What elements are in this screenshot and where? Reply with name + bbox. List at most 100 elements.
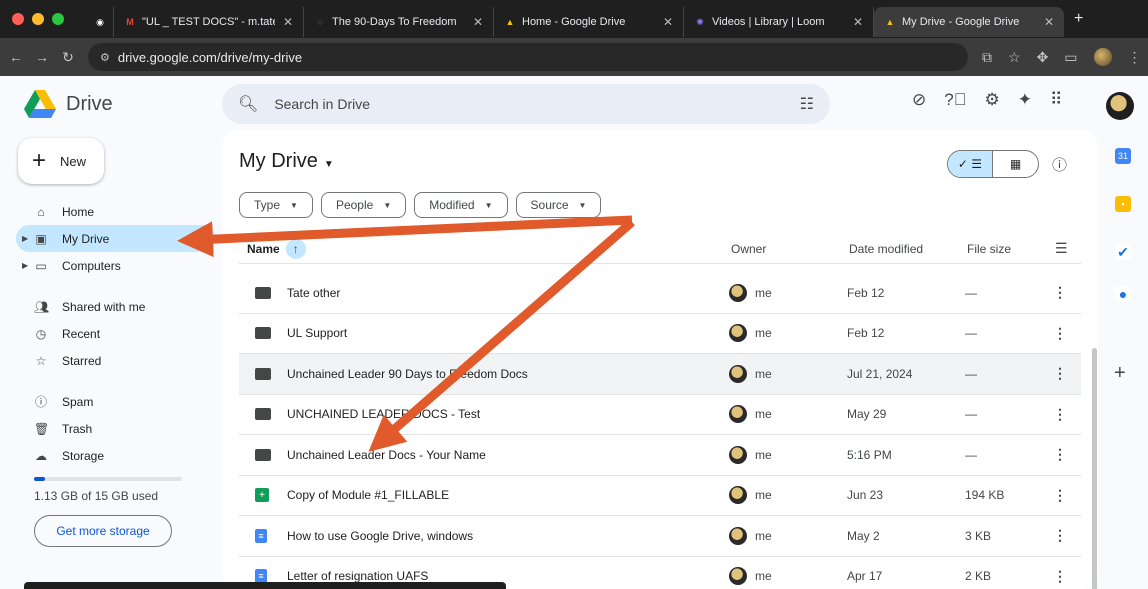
gear-icon[interactable]: ⚙ <box>984 90 999 110</box>
chevron-down-icon: ▼ <box>484 200 493 210</box>
back-icon[interactable]: ← <box>6 49 26 65</box>
more-actions-icon[interactable]: ⋮ <box>1053 527 1067 544</box>
more-actions-icon[interactable]: ⋮ <box>1053 406 1067 423</box>
file-date: Jun 23 <box>847 488 884 503</box>
install-icon[interactable]: ⧉ <box>982 49 992 66</box>
table-row[interactable]: Unchained Leader 90 Days to Freedom Docs… <box>239 354 1081 395</box>
minimize-window-button[interactable] <box>32 13 44 25</box>
tab-my-drive[interactable]: ▲ My Drive - Google Drive ✕ <box>874 7 1064 37</box>
maximize-window-button[interactable] <box>52 13 64 25</box>
search-input[interactable]: 🔍︎ Search in Drive ☷ <box>222 84 830 124</box>
more-actions-icon[interactable]: ⋮ <box>1053 325 1067 342</box>
sidebar-item-recent[interactable]: ◷ Recent <box>16 320 216 347</box>
loading-icon: ◌ <box>317 17 323 27</box>
close-tab-icon[interactable]: ✕ <box>283 15 293 29</box>
file-owner: me <box>729 567 772 586</box>
more-actions-icon[interactable]: ⋮ <box>1053 284 1067 301</box>
tab-gmail[interactable]: M "UL _ TEST DOCS" - m.tate ✕ <box>114 7 304 37</box>
keep-icon[interactable]: ▪ <box>1115 196 1131 212</box>
sidebar-item-my-drive[interactable]: ▶ ▣ My Drive <box>16 225 216 252</box>
list-view-button[interactable]: ✓ ☰ <box>948 151 994 177</box>
table-row[interactable]: UL Support me Feb 12 — ⋮ <box>239 314 1081 354</box>
forward-icon[interactable]: → <box>32 49 52 65</box>
grid-icon: ▦ <box>1009 157 1022 171</box>
filter-chip-source[interactable]: Source ▼ <box>515 192 602 218</box>
bookmark-star-icon[interactable]: ☆ <box>1008 49 1021 66</box>
tasks-icon[interactable]: ✔ <box>1115 244 1131 260</box>
calendar-icon[interactable]: 31 <box>1115 148 1131 164</box>
close-tab-icon[interactable]: ✕ <box>473 15 483 29</box>
gemini-icon[interactable]: ✦ <box>1018 90 1032 110</box>
sidebar-item-shared[interactable]: 👥︎ Shared with me <box>16 293 216 320</box>
expand-caret-icon[interactable]: ▶ <box>22 261 28 270</box>
file-owner: me <box>729 405 772 424</box>
more-actions-icon[interactable]: ⋮ <box>1053 365 1067 382</box>
tab-90-days[interactable]: ◌ The 90-Days To Freedom ✕ <box>304 7 494 37</box>
expand-caret-icon[interactable]: ▶ <box>22 234 28 243</box>
tab-recording[interactable]: ◉ <box>84 7 114 37</box>
sidebar-item-starred[interactable]: ☆ Starred <box>16 347 216 374</box>
scrollbar[interactable] <box>1092 348 1097 589</box>
filter-chip-modified[interactable]: Modified ▼ <box>414 192 508 218</box>
help-icon[interactable]: ?⃝ <box>944 90 966 110</box>
filter-chip-type[interactable]: Type ▼ <box>239 192 313 218</box>
sidebar-item-home[interactable]: ⌂ Home <box>16 198 216 225</box>
sort-ascending-icon[interactable]: ↑ <box>285 238 306 259</box>
filter-chip-people[interactable]: People ▼ <box>320 192 407 218</box>
column-header-date[interactable]: Date modified <box>849 242 923 256</box>
avatar <box>729 405 747 424</box>
grid-view-button[interactable]: ▦ <box>993 151 1038 177</box>
close-window-button[interactable] <box>12 13 24 25</box>
table-row[interactable]: UNCHAINED LEADER DOCS - Test me May 29 —… <box>239 395 1081 435</box>
tab-home-drive[interactable]: ▲ Home - Google Drive ✕ <box>494 7 684 37</box>
sidebar-item-label: Computers <box>62 258 121 273</box>
table-row[interactable]: + Copy of Module #1_FILLABLE me Jun 23 1… <box>239 476 1081 516</box>
contacts-icon[interactable]: ● <box>1115 286 1131 302</box>
get-more-storage-button[interactable]: Get more storage <box>34 515 172 547</box>
close-tab-icon[interactable]: ✕ <box>853 15 863 29</box>
profile-avatar[interactable] <box>1093 48 1112 66</box>
more-actions-icon[interactable]: ⋮ <box>1053 487 1067 504</box>
sidebar-item-trash[interactable]: 🗑︎ Trash <box>16 415 216 442</box>
column-header-owner[interactable]: Owner <box>731 242 766 256</box>
table-row[interactable]: Unchained Leader Docs - Your Name me 5:1… <box>239 435 1081 476</box>
sidepanel-icon[interactable]: ▭ <box>1064 49 1077 66</box>
extensions-icon[interactable]: ✥ <box>1037 49 1049 66</box>
info-icon[interactable]: ⓘ <box>1052 154 1067 175</box>
drive-logo[interactable]: Drive <box>24 90 113 118</box>
sidebar-item-computers[interactable]: ▶ ▭ Computers <box>16 252 216 279</box>
table-row[interactable]: Tate other me Feb 12 — ⋮ <box>239 273 1081 314</box>
address-bar: ← → ↻ ⚙ drive.google.com/drive/my-drive … <box>0 38 1148 76</box>
column-header-name[interactable]: Name ↑ <box>247 238 306 259</box>
offline-status-icon[interactable]: ⊘ <box>912 90 926 110</box>
site-settings-icon[interactable]: ⚙ <box>100 51 110 64</box>
file-name: Unchained Leader 90 Days to Freedom Docs <box>287 366 528 381</box>
more-actions-icon[interactable]: ⋮ <box>1053 568 1067 585</box>
sidebar-item-label: Spam <box>62 394 94 409</box>
sidebar-item-spam[interactable]: ⓘ Spam <box>16 388 216 415</box>
more-actions-icon[interactable]: ⋮ <box>1053 446 1067 463</box>
apps-grid-icon[interactable]: ⠿ <box>1050 90 1062 110</box>
file-size: — <box>965 407 977 422</box>
storage-meter <box>34 477 182 481</box>
reload-icon[interactable]: ↻ <box>58 49 78 66</box>
file-name: Copy of Module #1_FILLABLE <box>287 488 450 503</box>
close-tab-icon[interactable]: ✕ <box>663 15 673 29</box>
sidebar-item-storage[interactable]: ☁ Storage <box>16 442 216 469</box>
close-tab-icon[interactable]: ✕ <box>1044 15 1054 29</box>
column-header-size[interactable]: File size <box>967 242 1011 256</box>
search-options-icon[interactable]: ☷ <box>800 94 814 114</box>
browser-menu-icon[interactable]: ⋮ <box>1128 49 1142 66</box>
search-icon[interactable]: 🔍︎ <box>238 94 258 114</box>
tab-title: The 90-Days To Freedom <box>332 16 457 28</box>
tab-loom[interactable]: ✺ Videos | Library | Loom ✕ <box>684 7 874 37</box>
url-field[interactable]: ⚙ drive.google.com/drive/my-drive <box>88 43 968 71</box>
file-size: 3 KB <box>965 528 992 543</box>
page-title[interactable]: My Drive ▼ <box>239 150 334 173</box>
new-tab-button[interactable]: + <box>1074 10 1083 28</box>
new-button[interactable]: + New <box>18 138 104 184</box>
add-addon-icon[interactable]: + <box>1114 362 1126 385</box>
table-row[interactable]: ≡ How to use Google Drive, windows me Ma… <box>239 516 1081 557</box>
sort-options-icon[interactable]: ☰ <box>1055 240 1068 257</box>
recording-toolbar <box>24 582 506 589</box>
